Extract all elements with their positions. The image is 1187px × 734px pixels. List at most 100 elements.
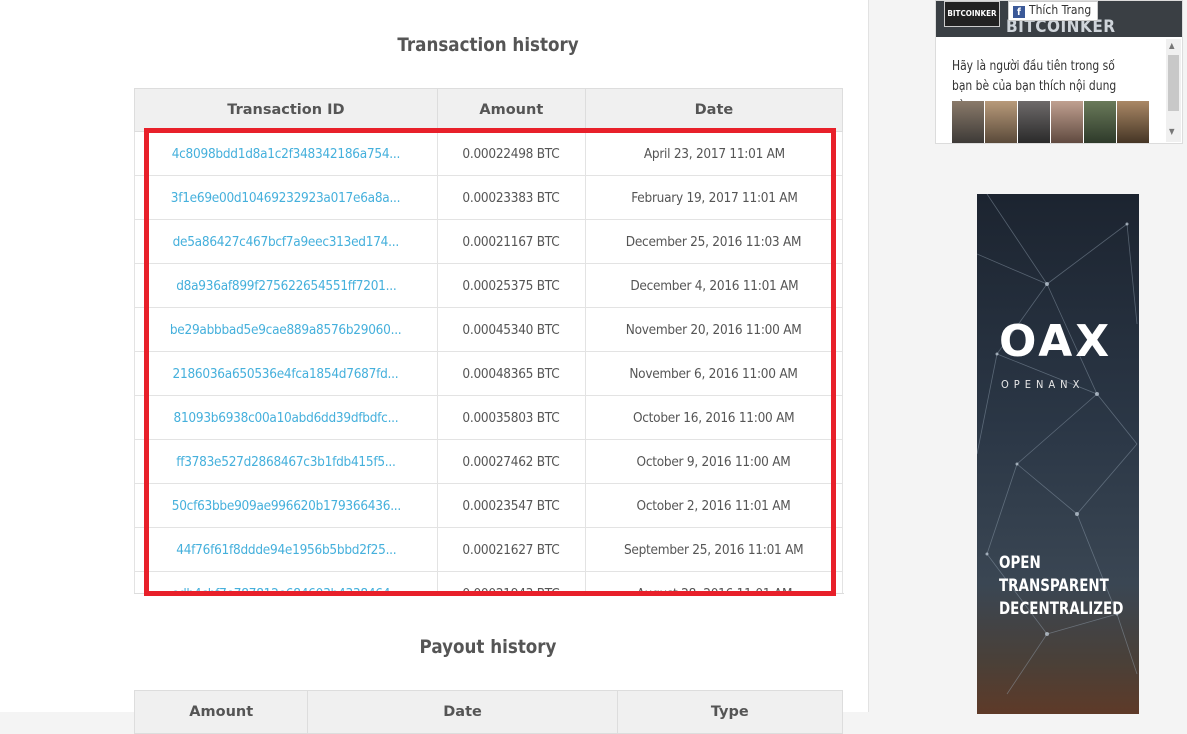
bitcoinker-logo[interactable]: BITCOINKER — [944, 1, 1000, 27]
transaction-amount: 0.00048365 BTC — [436, 351, 586, 396]
transaction-id-link[interactable]: 3f1e69e00d10469232923a017e6a8a... — [134, 175, 438, 220]
facebook-like-button[interactable]: f Thích Trang — [1008, 1, 1099, 21]
transaction-amount: 0.00021627 BTC — [436, 527, 586, 572]
avatar[interactable] — [1084, 101, 1116, 143]
transaction-amount-text: 0.00021167 BTC — [462, 233, 560, 250]
scroll-down-icon[interactable]: ▼ — [1169, 127, 1175, 136]
transaction-date-text: October 9, 2016 11:00 AM — [636, 453, 791, 470]
transaction-date: November 6, 2016 11:00 AM — [584, 351, 844, 396]
avatar[interactable] — [952, 101, 984, 143]
transaction-amount: 0.00045340 BTC — [436, 307, 586, 352]
transaction-date-text: October 16, 2016 11:00 AM — [633, 409, 795, 426]
transaction-amount-text: 0.00035803 BTC — [462, 409, 560, 426]
friend-avatars — [952, 101, 1150, 143]
transaction-date-text: February 19, 2017 11:01 AM — [630, 189, 798, 206]
transaction-date: December 25, 2016 11:03 AM — [584, 219, 844, 264]
transaction-amount: 0.00022498 BTC — [436, 131, 586, 176]
table-row: be29abbbad5e9cae889a8576b29060... 0.00045… — [134, 307, 844, 352]
transaction-id-link[interactable]: 81093b6938c00a10abd6dd39dfbdfc... — [134, 395, 438, 440]
transaction-id-link[interactable]: de5a86427c467bcf7a9eec313ed174... — [134, 219, 438, 264]
transaction-id-link-text[interactable]: 44f76f61f8ddde94e1956b5bbd2f25... — [176, 542, 396, 558]
avatar[interactable] — [985, 101, 1017, 143]
transaction-id-link-text[interactable]: edb4cbf7e787812e684603b4338464... — [171, 586, 401, 594]
table-row: 44f76f61f8ddde94e1956b5bbd2f25... 0.00021… — [134, 527, 844, 572]
transaction-id-link[interactable]: 44f76f61f8ddde94e1956b5bbd2f25... — [134, 527, 438, 572]
transaction-amount: 0.00025375 BTC — [436, 263, 586, 308]
table-row: 81093b6938c00a10abd6dd39dfbdfc... 0.00035… — [134, 395, 844, 440]
ad-tagline-line: OPEN — [999, 553, 1041, 573]
transaction-id-link-text[interactable]: 2186036a650536e4fca1854d7687fd... — [173, 366, 399, 382]
transaction-id-link-text[interactable]: be29abbbad5e9cae889a8576b29060... — [170, 322, 402, 338]
table-row: d8a936af899f275622654551ff7201... 0.00025… — [134, 263, 844, 308]
oax-advertisement[interactable]: OAX OPENANX OPEN TRANSPARENT DECENTRALIZ… — [977, 194, 1139, 714]
transaction-amount-text: 0.00045340 BTC — [462, 321, 560, 338]
transaction-date: October 9, 2016 11:00 AM — [584, 439, 844, 484]
column-header-amount[interactable]: Amount — [436, 88, 586, 132]
transaction-amount: 0.00021167 BTC — [436, 219, 586, 264]
transaction-id-link[interactable]: ff3783e527d2868467c3b1fdb415f5... — [134, 439, 438, 484]
transaction-amount-text: 0.00022498 BTC — [462, 145, 560, 162]
facebook-page-widget: BITCOINKER BITCOINKER f Thích Trang Hãy l… — [935, 0, 1183, 144]
transaction-date-text: August 28, 2016 11:01 AM — [636, 585, 792, 594]
main-content: Transaction history Transaction ID Amoun… — [0, 0, 869, 734]
avatar[interactable] — [1117, 101, 1149, 143]
transaction-amount-text: 0.00027462 BTC — [462, 453, 560, 470]
transaction-id-link-text[interactable]: 4c8098bdd1d8a1c2f348342186a754... — [172, 146, 401, 162]
transaction-amount: 0.00035803 BTC — [436, 395, 586, 440]
facebook-icon: f — [1013, 6, 1025, 18]
transaction-date-text: September 25, 2016 11:01 AM — [624, 541, 804, 558]
transaction-id-link[interactable]: be29abbbad5e9cae889a8576b29060... — [134, 307, 438, 352]
avatar[interactable] — [1018, 101, 1050, 143]
payout-history-table: Amount Date Type — [133, 690, 844, 734]
ad-tagline: OPEN TRANSPARENT DECENTRALIZED — [999, 552, 1123, 621]
transaction-amount: 0.00027462 BTC — [436, 439, 586, 484]
transaction-date: November 20, 2016 11:00 AM — [584, 307, 844, 352]
table-row: 2186036a650536e4fca1854d7687fd... 0.00048… — [134, 351, 844, 396]
transaction-id-link-text[interactable]: de5a86427c467bcf7a9eec313ed174... — [173, 234, 400, 250]
transaction-id-link-text[interactable]: 50cf63bbe909ae996620b179366436... — [171, 498, 401, 514]
transaction-id-link[interactable]: d8a936af899f275622654551ff7201... — [134, 263, 438, 308]
payout-history-title: Payout history — [419, 636, 557, 658]
network-pattern-icon — [977, 194, 1138, 695]
transaction-id-link-text[interactable]: ff3783e527d2868467c3b1fdb415f5... — [176, 454, 396, 470]
transaction-amount-text: 0.00025375 BTC — [462, 277, 560, 294]
column-header-amount[interactable]: Amount — [133, 690, 309, 734]
transaction-date: April 23, 2017 11:01 AM — [584, 131, 844, 176]
transaction-date: December 4, 2016 11:01 AM — [584, 263, 844, 308]
transaction-date: October 2, 2016 11:01 AM — [584, 483, 844, 528]
transaction-date-text: October 2, 2016 11:01 AM — [636, 497, 791, 514]
table-header-row: Transaction ID Amount Date — [134, 88, 844, 132]
column-header-date[interactable]: Date — [307, 690, 618, 734]
facebook-widget-header: BITCOINKER BITCOINKER f Thích Trang — [936, 1, 1182, 37]
transaction-history-title: Transaction history — [397, 34, 579, 56]
scrollbar-thumb[interactable] — [1168, 55, 1179, 111]
transaction-date: February 19, 2017 11:01 AM — [584, 175, 844, 220]
transaction-date: September 25, 2016 11:01 AM — [584, 527, 844, 572]
transaction-id-link[interactable]: 2186036a650536e4fca1854d7687fd... — [134, 351, 438, 396]
column-header-transaction-id[interactable]: Transaction ID — [134, 88, 438, 132]
transaction-amount-text: 0.00048365 BTC — [462, 365, 560, 382]
transaction-date-text: December 4, 2016 11:01 AM — [629, 277, 798, 294]
transaction-id-link[interactable]: edb4cbf7e787812e684603b4338464... — [134, 571, 438, 594]
transaction-table-scroll-area[interactable]: Transaction ID Amount Date 4c8098bdd1d8a… — [134, 88, 844, 594]
transaction-amount-text: 0.00021943 BTC — [462, 585, 560, 594]
column-header-date[interactable]: Date — [584, 88, 844, 132]
column-header-type[interactable]: Type — [616, 690, 844, 734]
widget-scrollbar[interactable]: ▲ ▼ — [1166, 39, 1181, 142]
transaction-date-text: December 25, 2016 11:03 AM — [626, 233, 802, 250]
transaction-id-link-text[interactable]: 81093b6938c00a10abd6dd39dfbdfc... — [173, 410, 398, 426]
transaction-date-text: November 6, 2016 11:00 AM — [629, 365, 799, 382]
transaction-id-link-text[interactable]: 3f1e69e00d10469232923a017e6a8a... — [171, 190, 401, 206]
transaction-id-link[interactable]: 50cf63bbe909ae996620b179366436... — [134, 483, 438, 528]
avatar[interactable] — [1051, 101, 1083, 143]
transaction-amount-text: 0.00023547 BTC — [462, 497, 560, 514]
oax-logo: OAX — [999, 316, 1113, 367]
transaction-id-link-text[interactable]: d8a936af899f275622654551ff7201... — [176, 278, 396, 294]
transaction-date-text: November 20, 2016 11:00 AM — [626, 321, 802, 338]
table-header-row: Amount Date Type — [133, 690, 844, 734]
transaction-id-link[interactable]: 4c8098bdd1d8a1c2f348342186a754... — [134, 131, 438, 176]
transaction-date-text: April 23, 2017 11:01 AM — [643, 145, 785, 162]
table-row: de5a86427c467bcf7a9eec313ed174... 0.00021… — [134, 219, 844, 264]
scroll-up-icon[interactable]: ▲ — [1169, 41, 1175, 50]
transaction-date: August 28, 2016 11:01 AM — [584, 571, 844, 594]
